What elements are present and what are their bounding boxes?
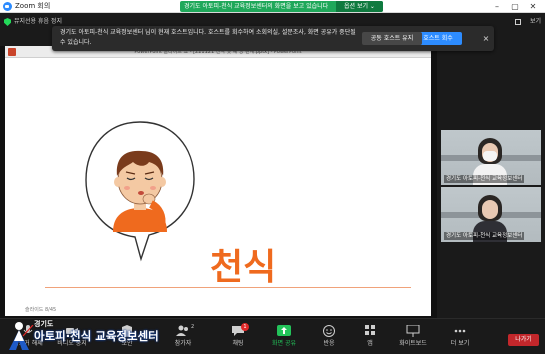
grid-view-icon bbox=[515, 19, 521, 25]
watermark-region: 경기도 bbox=[34, 320, 54, 328]
toolbar-label: 채팅 bbox=[232, 340, 244, 347]
participant-name: 경기도 아토피-천식 교육정보센터 bbox=[444, 232, 525, 240]
host-notification-message: 경기도 아토피-천식 교육정보센터 님이 현재 호스트입니다. 호스트를 회수하… bbox=[60, 29, 356, 46]
participant-count: 2 bbox=[191, 324, 195, 330]
child-coughing-illustration bbox=[85, 121, 195, 262]
slide: 천식 bbox=[5, 58, 431, 304]
reactions-icon bbox=[323, 325, 335, 337]
powerpoint-window: PowerPoint 슬라이드 쇼 - [221121 천식 및 예 방 관계.… bbox=[5, 46, 431, 316]
watermark-center-name: 아토피·천식 교육정보센터 bbox=[34, 329, 159, 343]
share-status-banner: 경기도 아토피-천식 교육정보센터의 화면을 보고 있습니다 옵션 보기 ⌄ bbox=[180, 1, 383, 12]
participant-video-tile[interactable]: 경기도 아토피-천식 교육정보센터 bbox=[441, 187, 541, 242]
participant-name: 경기도 아토피-천식 교육정보센터 bbox=[444, 175, 525, 183]
toolbar-button-apps[interactable]: 앱 bbox=[350, 323, 390, 353]
toolbar-label: 화면 공유 bbox=[272, 340, 296, 347]
toolbar-label: 앱 bbox=[367, 340, 373, 347]
host-notification-popup: 경기도 아토피-천식 교육정보센터 님이 현재 호스트입니다. 호스트를 회수하… bbox=[52, 26, 494, 51]
toolbar-label: 화이트보드 bbox=[399, 340, 427, 347]
more-icon bbox=[454, 329, 466, 333]
participant-video-tile[interactable]: 경기도 아토피-천식 교육정보센터 bbox=[441, 130, 541, 185]
view-button[interactable]: 보기 bbox=[515, 17, 541, 27]
zoom-window: Zoom 회의 경기도 아토피-천식 교육정보센터의 화면을 보고 있습니다 옵… bbox=[0, 0, 545, 354]
toolbar-button-whiteboard[interactable]: 화이트보드 bbox=[393, 323, 433, 353]
center-watermark-logo: 경기도 아토피·천식 교육정보센터 bbox=[4, 317, 164, 354]
view-options-button[interactable]: 옵션 보기 ⌄ bbox=[336, 1, 383, 12]
encryption-shield-icon[interactable] bbox=[4, 18, 11, 26]
leave-button[interactable]: 나가기 bbox=[508, 334, 539, 346]
slide-divider bbox=[45, 287, 411, 288]
apps-icon bbox=[365, 325, 375, 335]
chat-unread-badge: 1 bbox=[241, 323, 249, 331]
title-bar: Zoom 회의 경기도 아토피-천식 교육정보센터의 화면을 보고 있습니다 옵… bbox=[0, 0, 545, 13]
toolbar-label: 참가자 bbox=[174, 340, 192, 347]
toolbar-button-chat[interactable]: 1 채팅 bbox=[218, 323, 258, 353]
close-popup-icon[interactable]: × bbox=[480, 32, 492, 45]
toolbar-button-more[interactable]: 더 보기 bbox=[440, 323, 480, 353]
shared-screen-area: PowerPoint 슬라이드 쇼 - [221121 천식 및 예 방 관계.… bbox=[0, 46, 437, 318]
slide-title: 천식 bbox=[210, 247, 277, 288]
zoom-logo-icon bbox=[3, 2, 12, 11]
toolbar-button-participants[interactable]: 2 참가자 bbox=[163, 323, 203, 353]
share-screen-icon bbox=[277, 325, 291, 336]
toolbar-button-share-screen[interactable]: 화면 공유 bbox=[264, 323, 304, 353]
keep-cohost-button[interactable]: 공동 호스트 유지 bbox=[362, 32, 422, 45]
share-status-text: 경기도 아토피-천식 교육정보센터의 화면을 보고 있습니다 bbox=[184, 3, 329, 10]
whiteboard-icon bbox=[406, 325, 420, 337]
maximize-icon[interactable]: ▢ bbox=[506, 0, 524, 13]
view-button-label: 보기 bbox=[529, 18, 541, 25]
close-icon[interactable]: ✕ bbox=[524, 0, 542, 13]
participants-icon bbox=[176, 325, 188, 336]
powerpoint-status-bar: 슬라이드 8/45 bbox=[5, 304, 431, 316]
window-title: Zoom 회의 bbox=[15, 2, 51, 10]
minimize-icon[interactable]: – bbox=[488, 0, 506, 13]
slide-counter: 슬라이드 8/45 bbox=[25, 307, 57, 313]
toolbar-button-reactions[interactable]: 반응 bbox=[309, 323, 349, 353]
center-logo-icon bbox=[9, 322, 29, 350]
toolbar-label: 더 보기 bbox=[450, 340, 470, 347]
